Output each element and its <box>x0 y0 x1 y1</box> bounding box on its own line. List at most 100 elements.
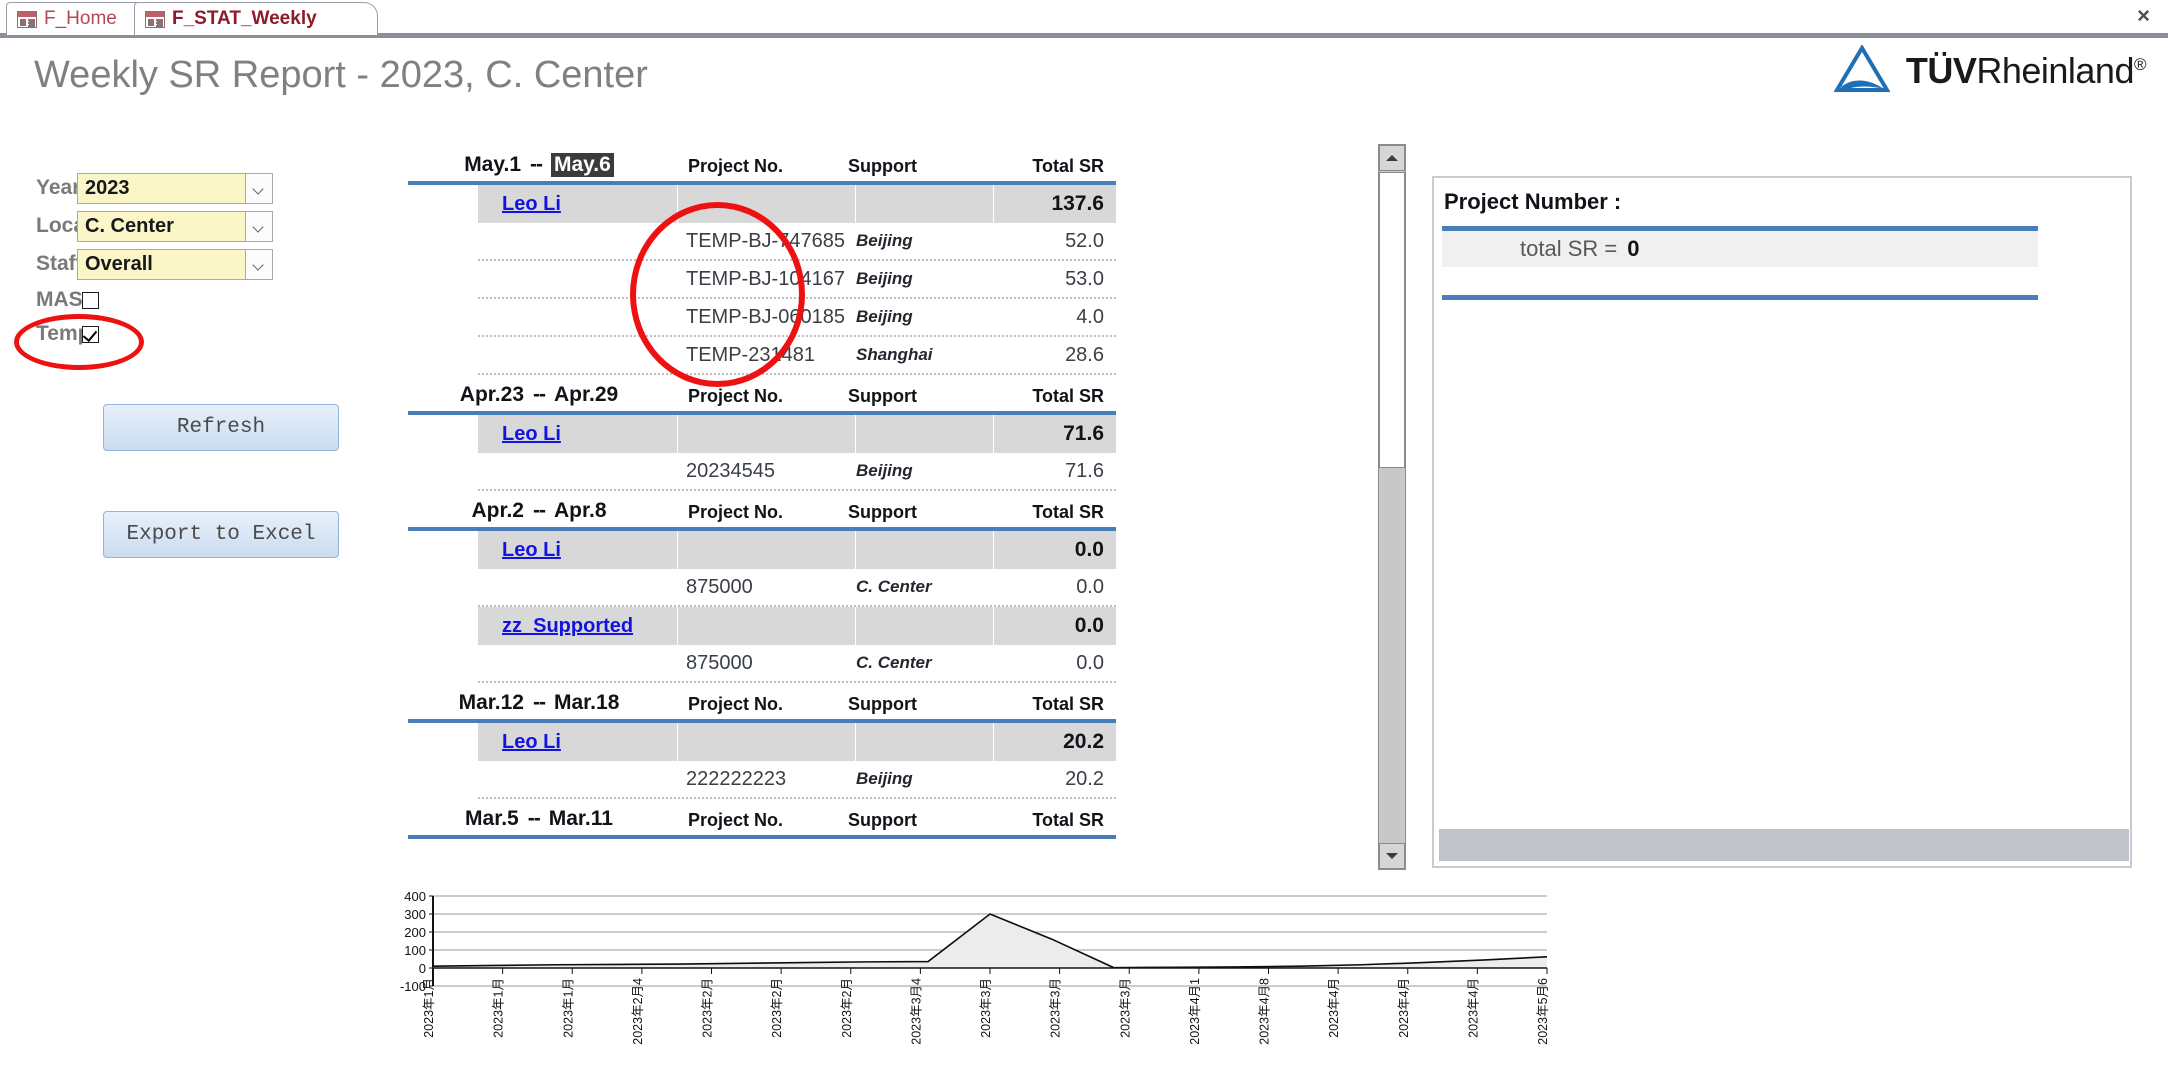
registered-icon: ® <box>2133 55 2147 74</box>
staff-blank-cell-1 <box>678 531 856 569</box>
x-axis-tick-label: 2023年4月8 <box>1258 978 1272 1045</box>
group-header: Apr.2 -- Apr.8 Project No. Support Total SR <box>408 491 1116 523</box>
staff-value[interactable]: Overall <box>77 248 245 280</box>
year-dropdown-button[interactable] <box>245 172 273 204</box>
staff-link[interactable]: zz_Supported <box>502 615 633 638</box>
table-row[interactable]: TEMP-BJ-747685 Beijing 52.0 <box>478 223 1116 261</box>
project-number-cell[interactable]: TEMP-BJ-747685 <box>678 230 856 253</box>
range-separator: -- <box>527 807 541 830</box>
temp-checkbox[interactable] <box>82 325 99 343</box>
year-combobox[interactable]: 2023 <box>77 172 273 204</box>
refresh-button[interactable]: Refresh <box>103 404 339 451</box>
range-start: Apr.2 <box>471 499 524 522</box>
staff-label: Staff : <box>36 252 96 275</box>
tab-label: F_Home <box>44 8 117 29</box>
total-sr-cell: 28.6 <box>1065 343 1104 366</box>
x-axis-tick-label: 2023年1月 <box>422 978 436 1038</box>
range-separator: -- <box>533 383 546 406</box>
form-row-mas: MAS : <box>0 284 350 316</box>
close-icon[interactable]: × <box>2137 4 2150 28</box>
project-number-cell[interactable]: TEMP-BJ-060185 <box>678 306 856 329</box>
chevron-down-icon <box>254 185 264 191</box>
date-range: Apr.2 -- Apr.8 <box>408 499 670 523</box>
staff-total-cell: 20.2 <box>994 723 1116 761</box>
detail-bottom-rule <box>1442 295 2038 300</box>
range-separator: -- <box>533 691 546 714</box>
tab-f-stat-weekly[interactable]: F_STAT_Weekly <box>134 2 378 35</box>
range-end: Mar.11 <box>548 807 613 830</box>
year-label: Year : <box>36 176 94 199</box>
staff-link[interactable]: Leo Li <box>502 731 561 754</box>
scroll-up-button[interactable] <box>1379 145 1405 171</box>
table-row[interactable]: TEMP-231481 Shanghai 28.6 <box>478 337 1116 375</box>
mas-label: MAS : <box>36 288 96 311</box>
location-combobox[interactable]: C. Center <box>77 210 273 242</box>
x-axis-tick-label: 2023年3月 <box>979 978 993 1038</box>
form-row-location: Locati C. Center <box>0 208 350 244</box>
export-to-excel-button[interactable]: Export to Excel <box>103 511 339 558</box>
staff-total-cell: 0.0 <box>994 531 1116 569</box>
tuv-triangle-icon <box>1833 45 1890 92</box>
triangle-down-icon <box>1386 853 1398 859</box>
column-header-project: Project No. <box>688 810 784 830</box>
table-row[interactable]: TEMP-BJ-060185 Beijing 4.0 <box>478 299 1116 337</box>
x-axis-tick-label: 2023年4月1 <box>1188 978 1202 1045</box>
staff-link[interactable]: Leo Li <box>502 423 561 446</box>
project-number-label: Project Number : <box>1444 189 1622 214</box>
staff-blank-cell-1 <box>678 415 856 453</box>
staff-name-cell: Leo Li <box>478 723 678 761</box>
project-number-cell[interactable]: TEMP-BJ-104167 <box>678 268 856 291</box>
support-cell: Shanghai <box>856 345 933 364</box>
scrollbar-thumb[interactable] <box>1379 172 1405 468</box>
location-value[interactable]: C. Center <box>77 210 245 242</box>
x-axis-tick-label: 2023年1月 <box>492 978 506 1038</box>
project-number-cell[interactable]: TEMP-231481 <box>678 344 856 367</box>
logo-wordmark: TÜVRheinland® <box>1906 50 2147 92</box>
form-icon <box>145 10 165 28</box>
table-row[interactable]: 20234545 Beijing 71.6 <box>478 453 1116 491</box>
staff-combobox[interactable]: Overall <box>77 248 273 280</box>
mas-checkbox[interactable] <box>82 291 99 309</box>
range-end-selected[interactable]: May.6 <box>551 153 614 177</box>
project-number-cell[interactable]: 222222223 <box>678 768 856 791</box>
project-number-cell[interactable]: 875000 <box>678 652 856 675</box>
table-row[interactable]: TEMP-BJ-104167 Beijing 53.0 <box>478 261 1116 299</box>
triangle-up-icon <box>1386 155 1398 161</box>
column-header-support: Support <box>848 694 917 714</box>
date-range: Mar.12 -- Mar.18 <box>408 691 670 715</box>
total-sr-cell: 0.0 <box>1076 575 1104 598</box>
date-range: Mar.5 -- Mar.11 <box>408 807 670 831</box>
project-number-cell[interactable]: 20234545 <box>678 460 856 483</box>
scroll-down-button[interactable] <box>1379 843 1405 869</box>
range-end: Apr.29 <box>554 383 619 406</box>
group-header: Mar.12 -- Mar.18 Project No. Support Total SR <box>408 683 1116 715</box>
support-cell: C. Center <box>856 577 932 596</box>
form-row-staff: Staff : Overall <box>0 246 350 282</box>
staff-link[interactable]: Leo Li <box>502 539 561 562</box>
location-dropdown-button[interactable] <box>245 210 273 242</box>
total-sr-cell: 52.0 <box>1065 229 1104 252</box>
logo-rheinland: Rheinland <box>1976 50 2134 91</box>
x-axis-tick-label: 2023年2月 <box>840 978 854 1038</box>
tab-bar: F_Home F_STAT_Weekly × <box>0 0 2168 38</box>
table-row[interactable]: 875000 C. Center 0.0 <box>478 569 1116 607</box>
table-row[interactable]: 222222223 Beijing 20.2 <box>478 761 1116 799</box>
year-value[interactable]: 2023 <box>77 172 245 204</box>
support-cell: Beijing <box>856 769 913 788</box>
chart-area-fill <box>433 914 1547 968</box>
x-axis-tick-label: 2023年2月 <box>770 978 784 1038</box>
table-vertical-scrollbar[interactable] <box>1378 144 1406 870</box>
table-row[interactable]: 875000 C. Center 0.0 <box>478 645 1116 683</box>
staff-total-cell: 137.6 <box>994 185 1116 223</box>
total-sr-cell: 20.2 <box>1065 767 1104 790</box>
staff-dropdown-button[interactable] <box>245 248 273 280</box>
staff-name-cell: Leo Li <box>478 415 678 453</box>
project-number-cell[interactable]: 875000 <box>678 576 856 599</box>
form-row-temp: Temp <box>0 318 350 350</box>
column-header-support: Support <box>848 502 917 522</box>
total-sr-cell: 4.0 <box>1076 305 1104 328</box>
staff-link[interactable]: Leo Li <box>502 193 561 216</box>
staff-blank-cell-1 <box>678 607 856 645</box>
chart-canvas: 4003002001000-1002023年1月 2023年1月 2023年1月 20… <box>400 889 1550 1045</box>
location-label: Locati <box>36 214 98 237</box>
